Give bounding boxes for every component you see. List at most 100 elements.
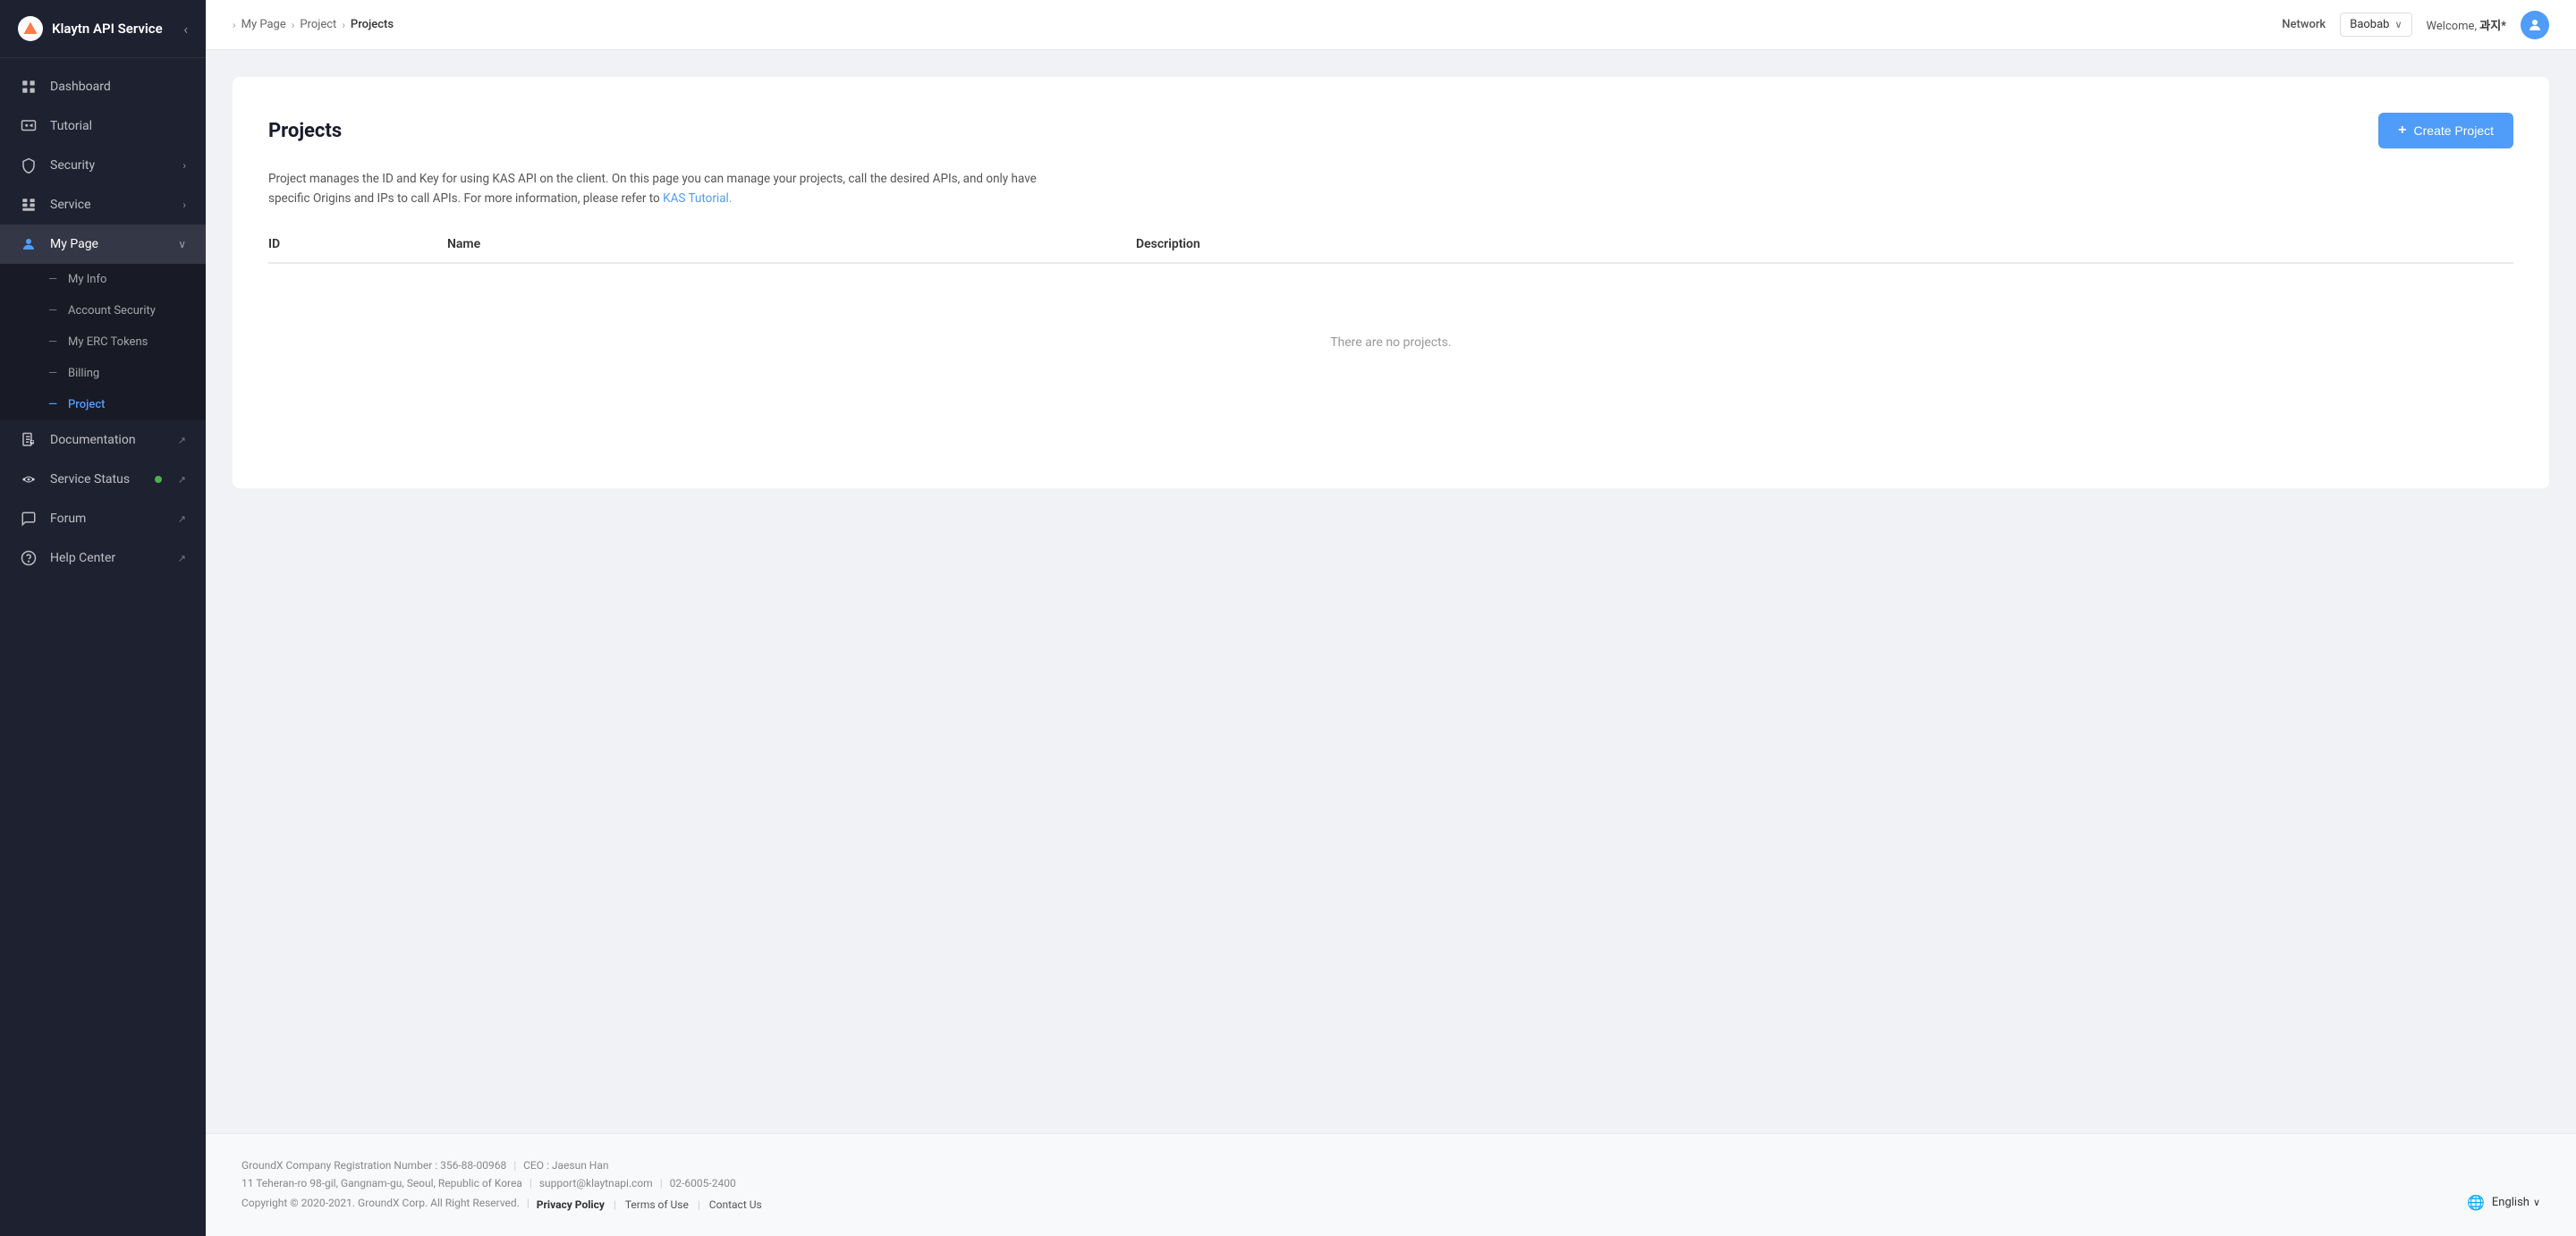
breadcrumb-project[interactable]: Project: [300, 18, 336, 31]
mypage-chevron-down-icon: ∨: [178, 238, 186, 250]
projects-card: Projects + Create Project Project manage…: [233, 77, 2549, 488]
content-area: Projects + Create Project Project manage…: [206, 50, 2576, 1133]
footer-phone: 02-6005-2400: [670, 1177, 736, 1189]
service-status-dot: [155, 476, 162, 483]
projects-header: Projects + Create Project: [268, 113, 2513, 148]
sidebar-collapse-button[interactable]: ‹: [183, 21, 188, 38]
documentation-icon: [20, 431, 38, 449]
language-globe-icon: 🌐: [2467, 1194, 2485, 1211]
create-project-button[interactable]: + Create Project: [2378, 113, 2513, 148]
sidebar-item-service[interactable]: Service ›: [0, 185, 206, 224]
footer-row-3: Copyright © 2020-2021. GroundX Corp. All…: [242, 1195, 762, 1211]
security-chevron-icon: ›: [182, 159, 186, 172]
sidebar-nav: Dashboard Tutorial Security ›: [0, 58, 206, 1236]
welcome-prefix: Welcome,: [2427, 20, 2480, 33]
create-project-label: Create Project: [2414, 123, 2494, 138]
sidebar-item-label-service: Service: [50, 198, 170, 212]
no-projects-message: There are no projects.: [268, 264, 2513, 421]
sidebar-item-forum[interactable]: Forum ↗: [0, 499, 206, 538]
forum-external-icon: ↗: [178, 513, 186, 525]
dashboard-icon: [20, 78, 38, 96]
logo-area: Klaytn API Service ‹: [0, 0, 206, 58]
sidebar-sub-item-project[interactable]: — Project: [0, 389, 206, 420]
documentation-external-icon: ↗: [178, 435, 186, 446]
network-label: Network: [2282, 18, 2326, 31]
sidebar-sub-label-billing: Billing: [68, 367, 99, 380]
network-chevron-icon: ∨: [2394, 19, 2402, 30]
service-icon: [20, 196, 38, 214]
forum-icon: [20, 510, 38, 528]
sidebar-item-label-forum: Forum: [50, 512, 162, 526]
sidebar-item-documentation[interactable]: Documentation ↗: [0, 420, 206, 460]
terms-of-use-link[interactable]: Terms of Use: [625, 1198, 689, 1211]
tutorial-icon: [20, 117, 38, 135]
sidebar-item-label-dashboard: Dashboard: [50, 80, 186, 94]
language-label: English: [2492, 1196, 2529, 1209]
footer-company-reg: GroundX Company Registration Number : 35…: [242, 1159, 506, 1172]
topbar: › My Page › Project › Projects Network B…: [206, 0, 2576, 50]
breadcrumb-arrow-2: ›: [292, 19, 295, 31]
sidebar-item-label-service-status: Service Status: [50, 472, 139, 487]
sidebar-item-label-help-center: Help Center: [50, 551, 162, 565]
mypage-submenu: — My Info — Account Security — My ERC To…: [0, 264, 206, 420]
language-chevron-icon: ∨: [2533, 1197, 2540, 1208]
welcome-text: Welcome, 과지*: [2427, 16, 2506, 33]
footer: GroundX Company Registration Number : 35…: [206, 1133, 2576, 1236]
sidebar-sub-item-billing[interactable]: — Billing: [0, 358, 206, 389]
footer-row-2: 11 Teheran-ro 98-gil, Gangnam-gu, Seoul,…: [242, 1177, 762, 1189]
breadcrumb-projects: Projects: [351, 18, 394, 31]
projects-description: Project manages the ID and Key for using…: [268, 170, 1046, 208]
footer-ceo: CEO : Jaesun Han: [523, 1159, 608, 1172]
sidebar-sub-item-my-erc-tokens[interactable]: — My ERC Tokens: [0, 326, 206, 358]
footer-address: 11 Teheran-ro 98-gil, Gangnam-gu, Seoul,…: [242, 1177, 522, 1189]
kas-tutorial-link[interactable]: KAS Tutorial.: [663, 191, 732, 206]
help-center-icon: [20, 549, 38, 567]
sidebar-sub-item-my-info[interactable]: — My Info: [0, 264, 206, 295]
service-chevron-icon: ›: [182, 199, 186, 211]
sidebar-sub-item-account-security[interactable]: — Account Security: [0, 295, 206, 326]
sidebar-item-label-security: Security: [50, 158, 170, 173]
service-status-external-icon: ↗: [178, 474, 186, 486]
sidebar-sub-label-account-security: Account Security: [68, 304, 156, 317]
sidebar: Klaytn API Service ‹ Dashboard Tutorial: [0, 0, 206, 1236]
breadcrumb-mypage[interactable]: My Page: [242, 18, 286, 31]
sidebar-item-help-center[interactable]: Help Center ↗: [0, 538, 206, 578]
footer-row-1: GroundX Company Registration Number : 35…: [242, 1159, 762, 1172]
sidebar-item-label-documentation: Documentation: [50, 433, 162, 447]
topbar-right: Network Baobab ∨ Welcome, 과지*: [2282, 11, 2549, 39]
footer-right: 🌐 English ∨: [2467, 1194, 2540, 1211]
user-avatar[interactable]: [2521, 11, 2549, 39]
table-header-description: Description: [1136, 237, 2513, 251]
sidebar-item-label-mypage: My Page: [50, 237, 165, 251]
sidebar-item-service-status[interactable]: Service Status ↗: [0, 460, 206, 499]
projects-title: Projects: [268, 120, 342, 142]
logo-text: Klaytn API Service: [52, 21, 163, 37]
breadcrumb-arrow-3: ›: [342, 19, 345, 31]
sidebar-item-label-tutorial: Tutorial: [50, 119, 186, 133]
contact-us-link[interactable]: Contact Us: [709, 1198, 762, 1211]
footer-links: Privacy Policy | Terms of Use | Contact …: [537, 1198, 762, 1211]
sidebar-sub-label-project: Project: [68, 398, 105, 411]
footer-copyright: Copyright © 2020-2021. GroundX Corp. All…: [242, 1197, 520, 1209]
create-project-plus-icon: +: [2398, 123, 2406, 139]
sidebar-sub-label-my-info: My Info: [68, 273, 106, 286]
language-selector[interactable]: English ∨: [2492, 1196, 2540, 1209]
service-status-icon: [20, 470, 38, 488]
table-header-name: Name: [447, 237, 1136, 251]
sidebar-item-tutorial[interactable]: Tutorial: [0, 106, 206, 146]
help-center-external-icon: ↗: [178, 553, 186, 564]
sidebar-item-security[interactable]: Security ›: [0, 146, 206, 185]
footer-email: support@klaytnapi.com: [539, 1177, 653, 1189]
table-header-id: ID: [268, 237, 447, 251]
mypage-icon: [20, 235, 38, 253]
logo-icon: [18, 16, 43, 41]
breadcrumb-arrow-1: ›: [233, 19, 236, 31]
projects-table-header: ID Name Description: [268, 237, 2513, 264]
footer-left: GroundX Company Registration Number : 35…: [242, 1159, 762, 1211]
security-icon: [20, 157, 38, 174]
sidebar-item-mypage[interactable]: My Page ∨: [0, 224, 206, 264]
sidebar-item-dashboard[interactable]: Dashboard: [0, 67, 206, 106]
privacy-policy-link[interactable]: Privacy Policy: [537, 1198, 605, 1211]
network-dropdown[interactable]: Baobab ∨: [2340, 13, 2411, 37]
network-value: Baobab: [2350, 18, 2389, 31]
